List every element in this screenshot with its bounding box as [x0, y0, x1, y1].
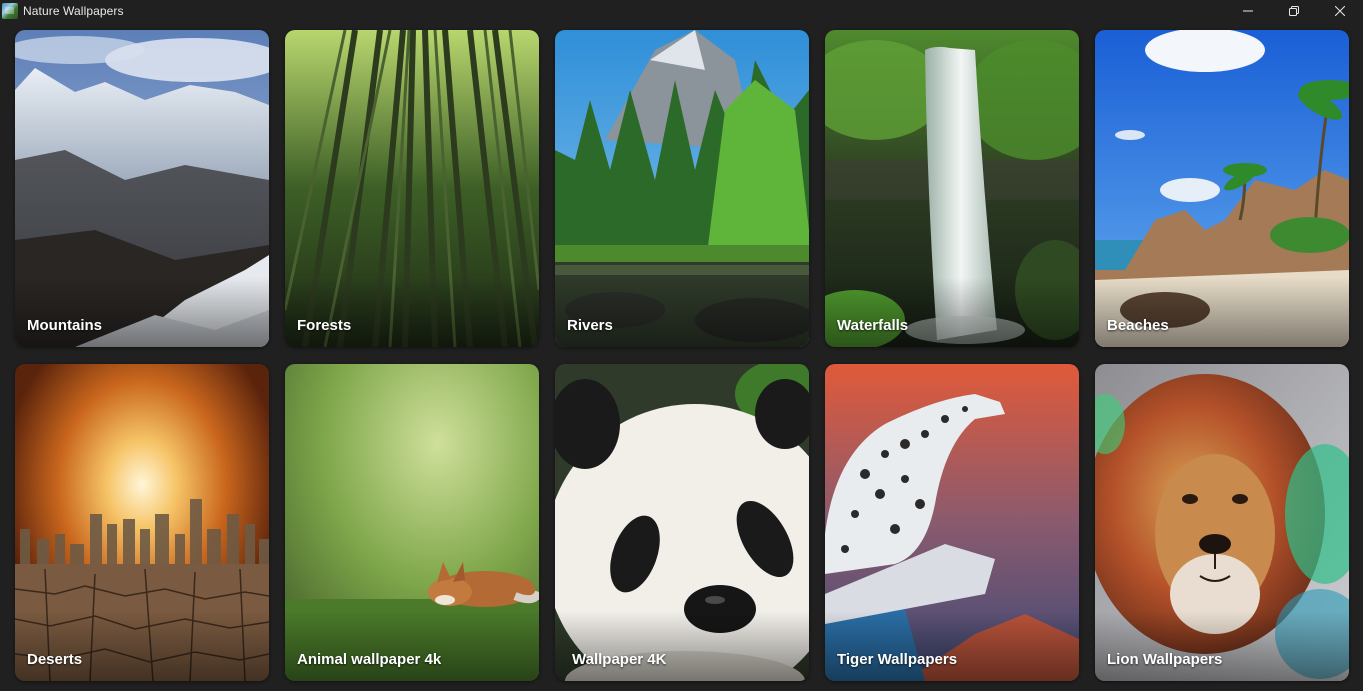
category-card-animal-wallpaper-4k[interactable]: Animal wallpaper 4k: [285, 364, 539, 681]
card-label: Waterfalls: [837, 317, 909, 334]
close-button[interactable]: [1317, 0, 1363, 22]
card-label: Wallpaper 4K: [572, 651, 667, 668]
label-shade: [825, 611, 1079, 681]
restore-icon: [1289, 6, 1299, 16]
category-card-forests[interactable]: Forests: [285, 30, 539, 347]
label-shade: [555, 611, 809, 681]
card-label: Mountains: [27, 317, 102, 334]
window-title: Nature Wallpapers: [23, 4, 124, 18]
minimize-icon: [1243, 10, 1253, 12]
label-shade: [555, 277, 809, 347]
card-label: Rivers: [567, 317, 613, 334]
category-card-wallpaper-4k[interactable]: Wallpaper 4K: [555, 364, 809, 681]
restore-button[interactable]: [1271, 0, 1317, 22]
category-card-deserts[interactable]: Deserts: [15, 364, 269, 681]
label-shade: [825, 277, 1079, 347]
category-card-lion-wallpapers[interactable]: Lion Wallpapers: [1095, 364, 1349, 681]
window-controls: [1225, 0, 1363, 22]
card-label: Lion Wallpapers: [1107, 651, 1223, 668]
close-icon: [1335, 6, 1345, 16]
card-label: Beaches: [1107, 317, 1169, 334]
label-shade: [15, 277, 269, 347]
category-card-mountains[interactable]: Mountains: [15, 30, 269, 347]
wallpaper-grid: Mountains Forests Rivers Waterfalls Beac…: [15, 30, 1349, 681]
app-landscape-icon: [2, 3, 18, 19]
card-label: Animal wallpaper 4k: [297, 651, 442, 668]
minimize-button[interactable]: [1225, 0, 1271, 22]
title-bar[interactable]: Nature Wallpapers: [0, 0, 1363, 22]
category-card-beaches[interactable]: Beaches: [1095, 30, 1349, 347]
category-card-rivers[interactable]: Rivers: [555, 30, 809, 347]
card-label: Deserts: [27, 651, 83, 668]
category-card-tiger-wallpapers[interactable]: Tiger Wallpapers: [825, 364, 1079, 681]
label-shade: [1095, 611, 1349, 681]
label-shade: [285, 611, 539, 681]
card-label: Forests: [297, 317, 352, 334]
label-shade: [1095, 277, 1349, 347]
label-shade: [285, 277, 539, 347]
category-card-waterfalls[interactable]: Waterfalls: [825, 30, 1079, 347]
app-window: Nature Wallpapers Mountains Forests Rive…: [0, 0, 1363, 691]
card-label: Tiger Wallpapers: [837, 651, 958, 668]
label-shade: [15, 611, 269, 681]
